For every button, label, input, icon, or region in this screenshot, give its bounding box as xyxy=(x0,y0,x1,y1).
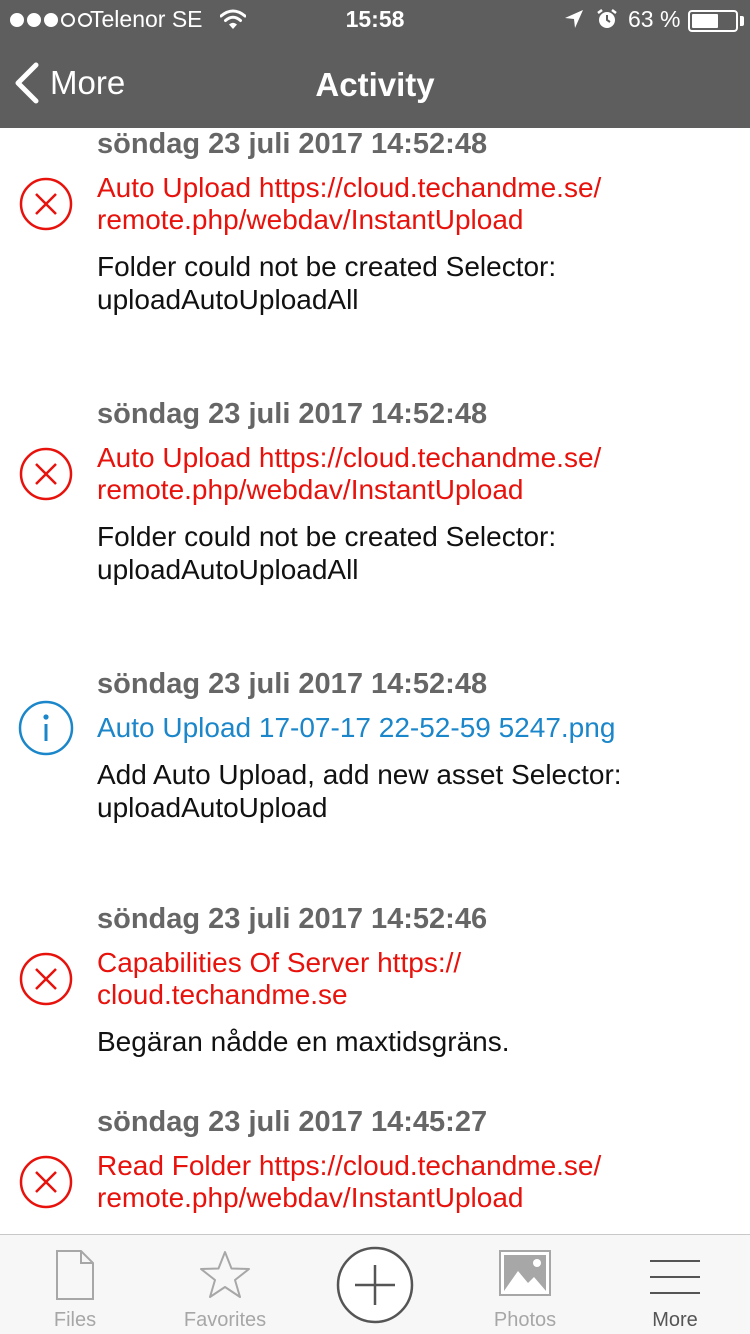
info-icon xyxy=(18,700,74,756)
battery-icon xyxy=(688,10,738,32)
error-icon xyxy=(19,952,73,1006)
star-icon xyxy=(150,1249,300,1305)
nav-bar: More Activity xyxy=(0,40,750,128)
activity-message-line: Add Auto Upload, add new asset Selector: xyxy=(97,759,622,790)
alarm-clock-icon xyxy=(597,9,617,28)
activity-title-line: Read Folder https://cloud.techandme.se/ xyxy=(97,1150,602,1181)
activity-message-line: Folder could not be created Selector: xyxy=(97,251,557,282)
activity-date: söndag 23 juli 2017 14:52:46 xyxy=(97,903,488,935)
activity-title-line: Capabilities Of Server https:// xyxy=(97,947,462,978)
activity-message: Add Auto Upload, add new asset Selector:… xyxy=(97,758,737,824)
page-title: Activity xyxy=(315,66,435,103)
activity-date: söndag 23 juli 2017 14:52:48 xyxy=(97,398,488,430)
activity-message: Folder could not be created Selector: upl… xyxy=(97,520,737,586)
activity-title-line: Auto Upload 17-07-17 22-52-59 5247.png xyxy=(97,712,616,743)
activity-date: söndag 23 juli 2017 14:45:27 xyxy=(97,1106,488,1138)
tab-photos-label: Photos xyxy=(493,1309,557,1331)
activity-title-line: remote.php/webdav/InstantUpload xyxy=(97,204,524,235)
tab-favorites[interactable]: Favorites xyxy=(150,1235,300,1334)
tab-more-label: More xyxy=(652,1309,698,1331)
tab-more[interactable]: More xyxy=(600,1235,750,1334)
error-icon xyxy=(19,447,73,501)
activity-message-line: Begäran nådde en maxtidsgräns. xyxy=(97,1026,510,1057)
activity-message-line: uploadAutoUpload xyxy=(97,792,328,823)
activity-message-line: uploadAutoUploadAll xyxy=(97,554,359,585)
tab-files[interactable]: Files xyxy=(0,1235,150,1334)
status-bar: Telenor SE 15:58 63 % xyxy=(0,0,750,40)
location-arrow-icon xyxy=(565,10,583,28)
tab-favorites-label: Favorites xyxy=(183,1309,267,1331)
activity-title-line: remote.php/webdav/InstantUpload xyxy=(97,474,524,505)
battery-tip xyxy=(740,16,744,26)
add-circle-icon xyxy=(336,1246,414,1324)
activity-title-line: cloud.techandme.se xyxy=(97,979,348,1010)
menu-lines-icon xyxy=(600,1249,750,1305)
tab-photos[interactable]: Photos xyxy=(450,1235,600,1334)
header: Telenor SE 15:58 63 % More Activity xyxy=(0,0,750,128)
add-button[interactable] xyxy=(335,1245,415,1325)
photo-icon xyxy=(450,1249,600,1305)
activity-date: söndag 23 juli 2017 14:52:48 xyxy=(97,128,488,160)
activity-list[interactable]: söndag 23 juli 2017 14:52:48 Auto Upload … xyxy=(0,128,750,1234)
activity-message: Folder could not be created Selector: upl… xyxy=(97,250,737,316)
activity-message-line: Folder could not be created Selector: xyxy=(97,521,557,552)
activity-title-line: remote.php/webdav/InstantUpload xyxy=(97,1182,524,1213)
activity-title-line: Auto Upload https://cloud.techandme.se/ xyxy=(97,172,602,203)
activity-title: Auto Upload https://cloud.techandme.se/r… xyxy=(97,442,737,506)
error-icon xyxy=(19,1155,73,1209)
battery-percent: 63 % xyxy=(628,6,681,32)
activity-title-line: Auto Upload https://cloud.techandme.se/ xyxy=(97,442,602,473)
tab-files-label: Files xyxy=(53,1309,97,1331)
tab-bar: Files Favorites Photos More xyxy=(0,1234,750,1334)
activity-title: Auto Upload 17-07-17 22-52-59 5247.png xyxy=(97,712,737,744)
activity-title: Auto Upload https://cloud.techandme.se/r… xyxy=(97,172,737,236)
file-icon xyxy=(0,1249,150,1305)
activity-title: Capabilities Of Server https://cloud.tec… xyxy=(97,947,737,1011)
activity-message: Begäran nådde en maxtidsgräns. xyxy=(97,1025,737,1058)
error-icon xyxy=(19,177,73,231)
activity-date: söndag 23 juli 2017 14:52:48 xyxy=(97,668,488,700)
activity-message-line: uploadAutoUploadAll xyxy=(97,284,359,315)
activity-title: Read Folder https://cloud.techandme.se/r… xyxy=(97,1150,737,1214)
